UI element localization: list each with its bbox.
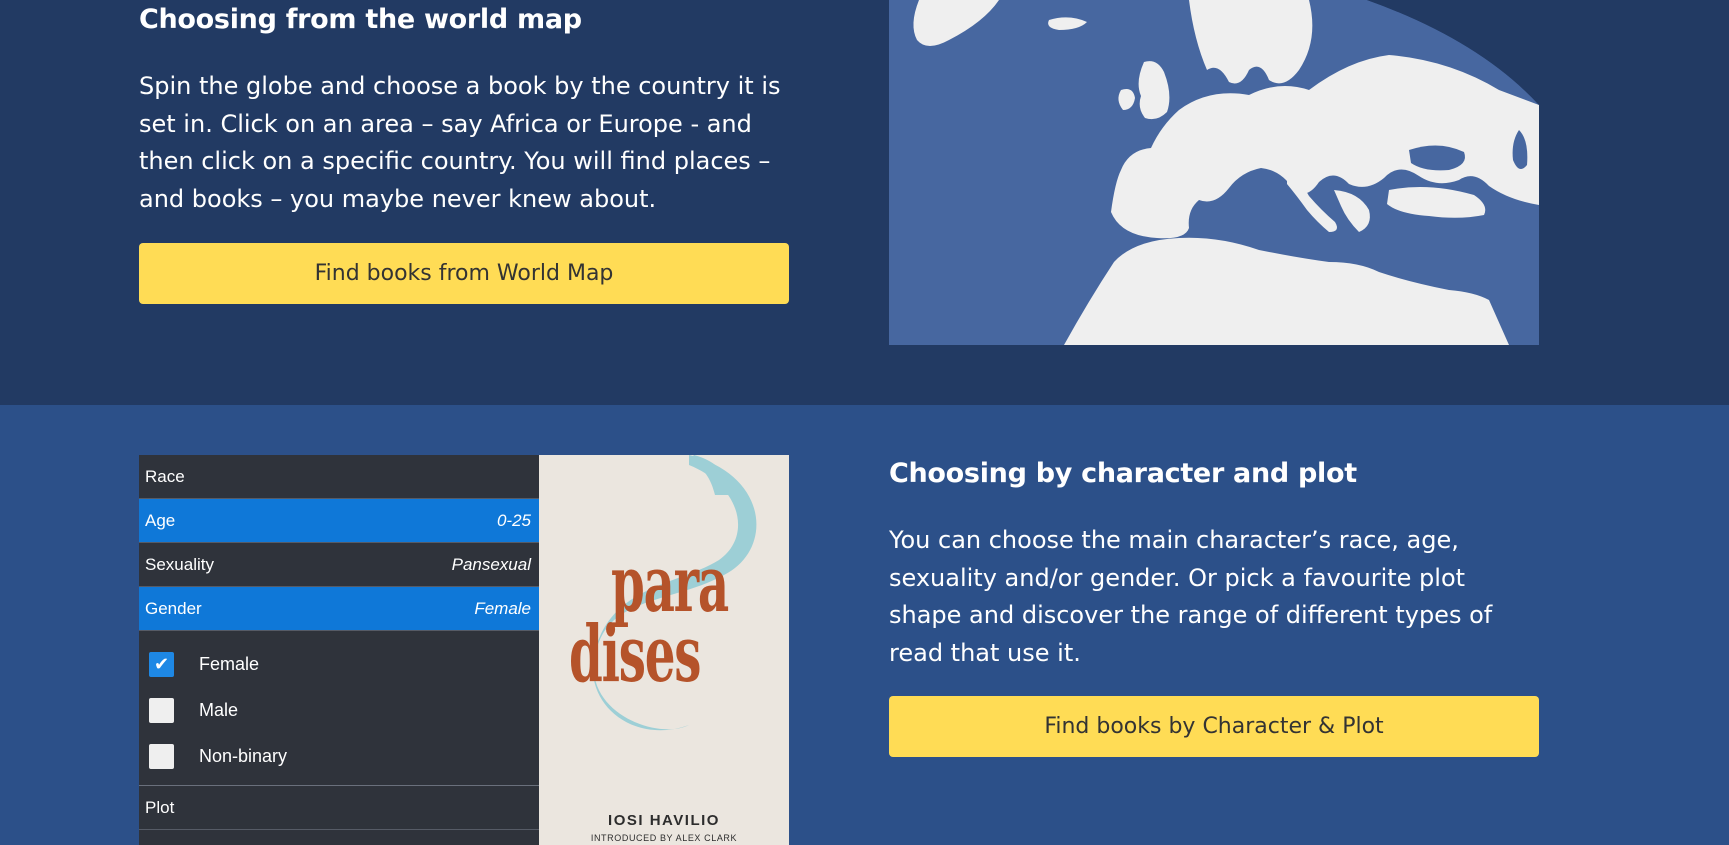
cover-author: IOSI HAVILIO	[608, 812, 720, 829]
filter-row-value: Pansexual	[451, 554, 531, 574]
gender-option-female[interactable]: ✔ Female	[149, 641, 539, 687]
world-map-section: Choosing from the world map Spin the glo…	[0, 0, 1729, 405]
checkbox-checked-icon[interactable]: ✔	[149, 651, 174, 677]
filter-row-gender[interactable]: Gender Female	[139, 587, 539, 631]
world-map-heading: Choosing from the world map	[139, 4, 582, 35]
filter-row-label: Plot	[145, 797, 175, 817]
gender-option-non-binary[interactable]: Non-binary	[149, 733, 539, 779]
filter-row-value: Female	[474, 598, 531, 618]
filter-row-plot[interactable]: Plot	[139, 786, 539, 830]
find-books-character-plot-button[interactable]: Find books by Character & Plot	[889, 696, 1539, 757]
character-plot-description: You can choose the main character’s race…	[889, 526, 1493, 667]
world-map-globe[interactable]	[889, 0, 1539, 345]
book-cover[interactable]: para dises IOSI HAVILIO INTRODUCED BY AL…	[539, 455, 789, 845]
checkbox-icon[interactable]	[149, 697, 174, 723]
filter-row-label: Age	[145, 510, 176, 530]
filter-row-label: Race	[145, 466, 185, 486]
filter-row-label: Sexuality	[145, 554, 214, 574]
filter-row-value: 0-25	[496, 510, 531, 530]
gender-option-label: Female	[199, 653, 260, 674]
filter-panel-preview: Race Age 0-25 Sexuality Pansexual Gender…	[139, 455, 539, 845]
checkbox-icon[interactable]	[149, 743, 174, 769]
filter-row-sexuality[interactable]: Sexuality Pansexual	[139, 543, 539, 587]
character-plot-heading: Choosing by character and plot	[889, 458, 1357, 489]
filter-row-age[interactable]: Age 0-25	[139, 499, 539, 543]
gender-option-label: Male	[199, 699, 239, 720]
find-books-world-map-button[interactable]: Find books from World Map	[139, 243, 789, 304]
world-map-description: Spin the globe and choose a book by the …	[139, 72, 781, 213]
cover-title-line2: dises	[569, 609, 701, 700]
filter-row-label: Gender	[145, 598, 202, 618]
gender-option-male[interactable]: Male	[149, 687, 539, 733]
gender-option-label: Non-binary	[199, 745, 288, 766]
cover-intro: INTRODUCED BY ALEX CLARK	[590, 833, 738, 843]
filter-row-race[interactable]: Race	[139, 455, 539, 499]
gender-options: ✔ Female Male Non-binary	[139, 631, 539, 786]
